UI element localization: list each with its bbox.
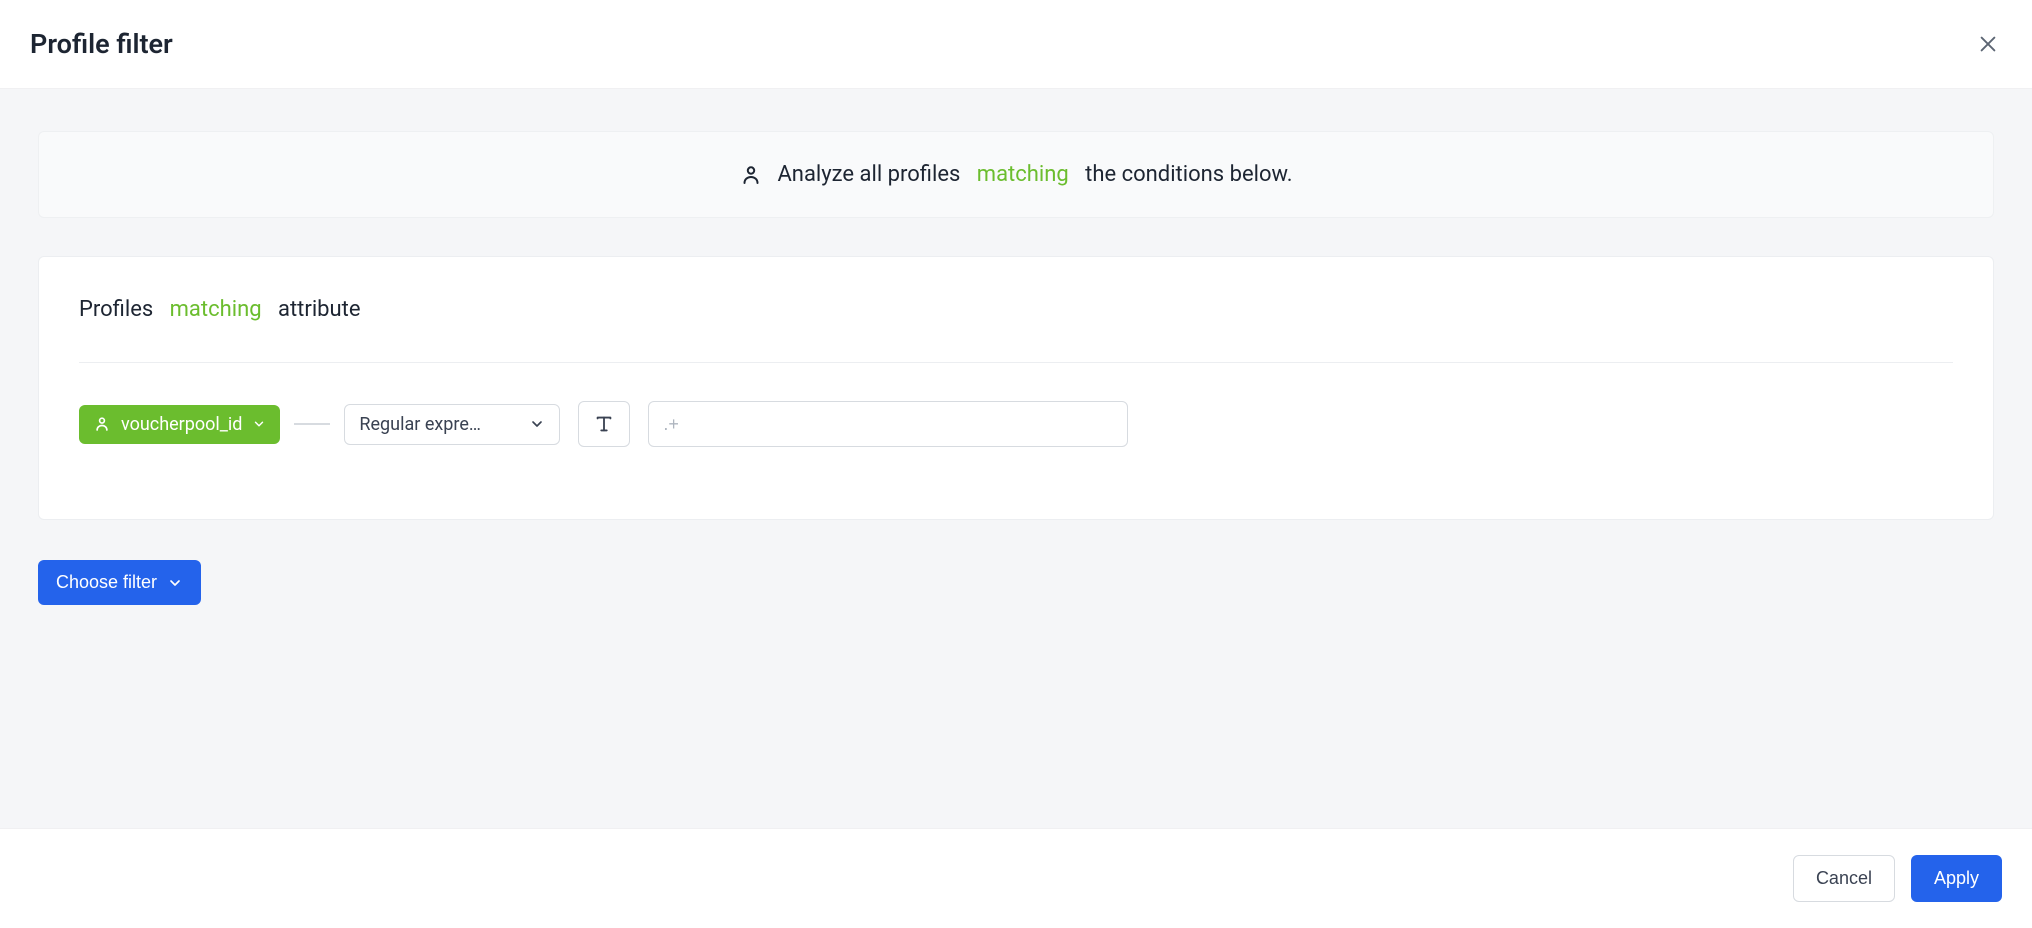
- condition-card: Profiles matching attribute voucherpool_…: [38, 256, 1994, 520]
- content-area: Analyze all profiles matching the condit…: [0, 89, 2032, 833]
- footer: Cancel Apply: [0, 828, 2032, 928]
- value-input[interactable]: [648, 401, 1128, 447]
- banner-suffix: the conditions below.: [1085, 162, 1292, 187]
- type-indicator[interactable]: [578, 401, 630, 447]
- profile-icon: [739, 163, 763, 187]
- operator-label: Regular expre…: [359, 414, 519, 435]
- chevron-down-icon: [529, 416, 545, 432]
- header: Profile filter: [0, 0, 2032, 89]
- condition-title: Profiles matching attribute: [79, 297, 1953, 363]
- attribute-chip[interactable]: voucherpool_id: [79, 405, 280, 444]
- chevron-down-icon: [167, 575, 183, 591]
- text-type-icon: [593, 413, 615, 435]
- choose-filter-button[interactable]: Choose filter: [38, 560, 201, 605]
- banner-text: Analyze all profiles matching the condit…: [777, 162, 1292, 187]
- banner-prefix: Analyze all profiles: [777, 162, 960, 187]
- filter-banner: Analyze all profiles matching the condit…: [38, 131, 1994, 218]
- close-button[interactable]: [1974, 30, 2002, 58]
- attribute-chip-label: voucherpool_id: [121, 414, 242, 435]
- connector-line: [294, 423, 330, 425]
- apply-button[interactable]: Apply: [1911, 855, 2002, 902]
- condition-title-suffix: attribute: [278, 297, 361, 322]
- condition-title-prefix: Profiles: [79, 297, 153, 322]
- profile-icon: [93, 415, 111, 433]
- banner-matching: matching: [977, 162, 1069, 187]
- operator-select[interactable]: Regular expre…: [344, 404, 560, 445]
- cancel-button[interactable]: Cancel: [1793, 855, 1895, 902]
- page-title: Profile filter: [30, 28, 173, 60]
- close-icon: [1977, 33, 1999, 55]
- condition-row: voucherpool_id Regular expre…: [79, 401, 1953, 447]
- condition-title-matching: matching: [170, 297, 262, 322]
- chevron-down-icon: [252, 417, 266, 431]
- choose-filter-label: Choose filter: [56, 572, 157, 593]
